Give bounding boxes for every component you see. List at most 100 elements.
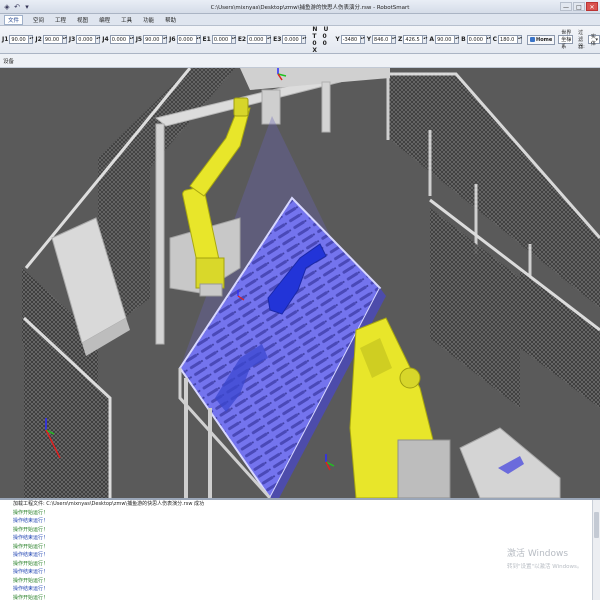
joints-value-input[interactable]: 0.000 bbox=[76, 35, 97, 44]
output-line: 操作结束运行！ bbox=[13, 552, 49, 558]
close-button[interactable]: ✕ bbox=[586, 2, 598, 11]
device-panel-header: 设备 bbox=[0, 54, 600, 68]
coords-value-input[interactable]: 0.000 bbox=[466, 35, 487, 44]
coords-label: B bbox=[461, 36, 466, 43]
chevron-down-icon: ▾ bbox=[568, 37, 572, 43]
3d-viewport[interactable] bbox=[0, 68, 600, 498]
quick-access-toolbar: ◈ ↶ ▾ bbox=[0, 3, 60, 11]
coords-field-5: C 180.0 ▴▾ bbox=[493, 35, 522, 44]
joints-label: J4 bbox=[102, 36, 109, 43]
menu-item-3[interactable]: 视图 bbox=[76, 16, 89, 24]
spinner-icon[interactable]: ▴▾ bbox=[423, 35, 427, 44]
spinner-icon[interactable]: ▴▾ bbox=[129, 35, 134, 44]
home-button-label: Home bbox=[536, 36, 553, 43]
gantry-post-right bbox=[321, 81, 331, 133]
spinner-icon[interactable]: ▴▾ bbox=[267, 35, 271, 44]
spinner-icon[interactable]: ▴▾ bbox=[455, 35, 459, 44]
chevron-down-icon: ▾ bbox=[595, 37, 598, 43]
menu-item-4[interactable]: 编程 bbox=[98, 16, 111, 24]
scene-svg[interactable] bbox=[0, 68, 600, 498]
joints-label: J6 bbox=[169, 36, 176, 43]
coords-label: C bbox=[492, 36, 498, 43]
joint-fields: J1 90.00 ▴▾ J2 90.00 ▴▾ J3 0.000 ▴▾ J4 0.000 ▴▾ J5 90… bbox=[2, 35, 308, 44]
joints-value-input[interactable]: 90.00 bbox=[143, 35, 164, 44]
undo-icon[interactable]: ↶ bbox=[13, 3, 21, 11]
home-button[interactable]: Home bbox=[527, 34, 556, 45]
joints-label: E3 bbox=[273, 36, 282, 43]
joints-value-input[interactable]: 0.000 bbox=[109, 35, 130, 44]
robotsmart-window: ◈ ↶ ▾ C:\Users\mixnyas\Desktop\zmw\捕鱼游的快… bbox=[0, 0, 600, 600]
coords-label: Y bbox=[366, 36, 372, 43]
output-line: 操作开始运行！ bbox=[13, 594, 49, 600]
spinner-icon[interactable]: ▴▾ bbox=[163, 35, 167, 44]
menu-item-0[interactable]: 文件 bbox=[4, 14, 24, 25]
spinner-icon[interactable]: ▴▾ bbox=[231, 35, 236, 44]
joints-field-0: J1 90.00 ▴▾ bbox=[2, 35, 33, 44]
output-line: 加载工程文件: C:\Users\mixnyas\Desktop\zmw\捕鱼游… bbox=[13, 501, 205, 507]
joints-field-3: J4 0.000 ▴▾ bbox=[102, 35, 134, 44]
coords-value-input[interactable]: 90.00 bbox=[435, 35, 456, 44]
filter-label: 过滤器: bbox=[578, 30, 585, 50]
output-panel: 加载工程文件: C:\Users\mixnyas\Desktop\zmw\捕鱼游… bbox=[0, 498, 600, 600]
joints-field-7: E2 0.000 ▴▾ bbox=[238, 35, 271, 44]
joints-value-input[interactable]: 90.00 bbox=[9, 35, 30, 44]
joints-field-5: J6 0.000 ▴▾ bbox=[169, 35, 201, 44]
joints-value-input[interactable]: 0.000 bbox=[247, 35, 268, 44]
menu-item-5[interactable]: 工具 bbox=[120, 16, 133, 24]
spinner-icon[interactable]: ▴▾ bbox=[302, 35, 306, 44]
joints-field-2: J3 0.000 ▴▾ bbox=[69, 35, 100, 44]
joint-toolbar: J1 90.00 ▴▾ J2 90.00 ▴▾ J3 0.000 ▴▾ J4 0.000 ▴▾ J5 90… bbox=[0, 26, 600, 54]
coords-value-input[interactable]: 426.5 bbox=[403, 35, 424, 44]
spinner-icon[interactable]: ▴▾ bbox=[29, 35, 33, 44]
coords-field-0: Y -3480 ▴▾ bbox=[335, 35, 365, 44]
output-scrollbar[interactable] bbox=[592, 500, 600, 600]
spinner-icon[interactable]: ▴▾ bbox=[518, 35, 522, 44]
output-line: 操作开始运行！ bbox=[13, 526, 49, 533]
joints-label: J5 bbox=[135, 36, 143, 43]
joints-label: J2 bbox=[35, 36, 42, 43]
output-line: 操作结束运行！ bbox=[13, 569, 49, 575]
coords-value-input[interactable]: 180.0 bbox=[498, 35, 519, 44]
output-line: 操作结束运行！ bbox=[13, 518, 49, 524]
coords-field-3: A 90.00 ▴▾ bbox=[429, 35, 459, 44]
spinner-icon[interactable]: ▴▾ bbox=[62, 35, 67, 44]
coords-label: Y bbox=[335, 36, 340, 43]
home-icon bbox=[530, 37, 536, 42]
joints-field-1: J2 90.00 ▴▾ bbox=[35, 35, 67, 44]
coords-value-input[interactable]: -3480 bbox=[340, 35, 361, 44]
output-line: 操作开始运行！ bbox=[13, 577, 49, 584]
joints-label: E2 bbox=[237, 36, 247, 43]
menu-item-2[interactable]: 工程 bbox=[54, 16, 67, 24]
joints-label: J3 bbox=[68, 36, 76, 43]
menu-item-7[interactable]: 帮助 bbox=[164, 16, 177, 24]
joints-value-input[interactable]: 0.000 bbox=[211, 35, 232, 44]
maximize-button[interactable]: □ bbox=[573, 2, 585, 11]
coordinate-fields: Y -3480 ▴▾ Y 846.0 ▴▾ Z 426.5 ▴▾ A 90.00 ▴▾ B 0.000 ▴▾… bbox=[335, 35, 524, 44]
coords-field-1: Y 846.0 ▴▾ bbox=[367, 35, 396, 44]
dropdown-icon[interactable]: ▾ bbox=[23, 3, 31, 11]
joints-value-input[interactable]: 90.00 bbox=[42, 35, 63, 44]
joints-field-4: J5 90.00 ▴▾ bbox=[136, 35, 167, 44]
spinner-icon[interactable]: ▴▾ bbox=[392, 35, 396, 44]
menu-bar: 文件 空间 工程 视图 编程 工具 功能 帮助 bbox=[0, 14, 600, 26]
spinner-icon[interactable]: ▴▾ bbox=[196, 35, 201, 44]
menu-item-6[interactable]: 功能 bbox=[142, 16, 155, 24]
output-line: 操作开始运行！ bbox=[13, 560, 49, 567]
app-menu-icon[interactable]: ◈ bbox=[3, 3, 11, 11]
joints-value-input[interactable]: 0.000 bbox=[282, 35, 303, 44]
output-line: 操作结束运行！ bbox=[13, 586, 49, 592]
filter-select[interactable]: 实体 ▾ bbox=[587, 34, 600, 47]
window-title: C:\Users\mixnyas\Desktop\zmw\捕鱼游的快思人伤表演分… bbox=[210, 4, 410, 11]
spinner-icon[interactable]: ▴▾ bbox=[486, 35, 491, 44]
device-panel-label[interactable]: 设备 bbox=[3, 57, 14, 65]
coords-label: A bbox=[429, 36, 435, 43]
coord-system-select[interactable]: 世界坐标系 ▾ bbox=[558, 30, 574, 50]
title-bar: ◈ ↶ ▾ C:\Users\mixnyas\Desktop\zmw\捕鱼游的快… bbox=[0, 0, 600, 14]
joints-value-input[interactable]: 0.000 bbox=[176, 35, 197, 44]
minimize-button[interactable]: — bbox=[560, 2, 572, 11]
menu-item-1[interactable]: 空间 bbox=[32, 16, 45, 24]
coords-value-input[interactable]: 846.0 bbox=[372, 35, 393, 44]
spinner-icon[interactable]: ▴▾ bbox=[360, 35, 365, 44]
spinner-icon[interactable]: ▴▾ bbox=[96, 35, 100, 44]
scrollbar-thumb[interactable] bbox=[594, 512, 599, 538]
